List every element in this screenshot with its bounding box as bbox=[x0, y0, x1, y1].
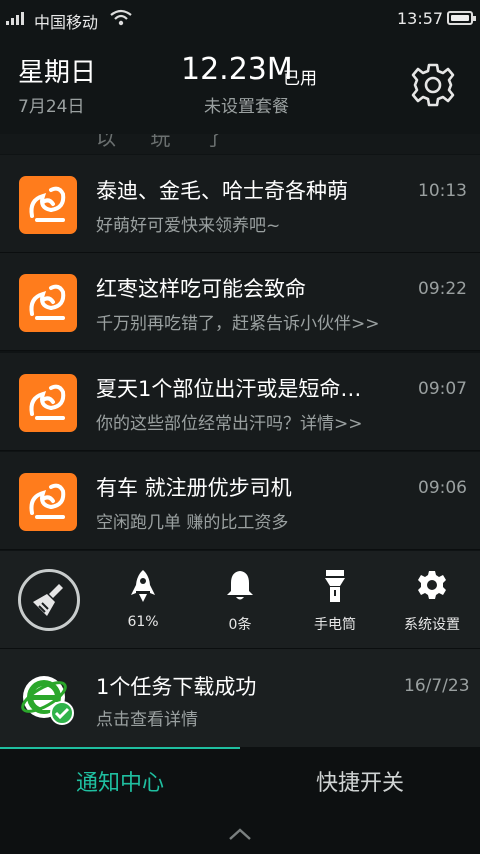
notification-title: 红枣这样吃可能会致命 bbox=[96, 277, 306, 301]
active-tab-indicator bbox=[0, 747, 240, 749]
carrier-name: 中国移动 bbox=[34, 13, 99, 32]
partial-notification-text: 以 玩 了 bbox=[0, 134, 480, 154]
clean-button[interactable] bbox=[18, 569, 80, 631]
rocket-icon bbox=[131, 570, 155, 602]
notification-item[interactable]: 有车 就注册优步司机 空闲跑几单 赚的比工资多 09:06 bbox=[0, 452, 480, 550]
notification-body: 空闲跑几单 赚的比工资多 bbox=[96, 513, 289, 533]
battery-icon bbox=[447, 11, 476, 25]
notification-item[interactable]: 泰迪、金毛、哈士奇各种萌 好萌好可爱快来领养吧~ 10:13 bbox=[0, 155, 480, 253]
uc-browser-icon bbox=[19, 473, 77, 531]
notification-body: 好萌好可爱快来领养吧~ bbox=[96, 216, 281, 236]
ie-browser-check-icon bbox=[21, 676, 74, 725]
download-notification[interactable]: 1个任务下载成功 点击查看详情 16/7/23 bbox=[0, 649, 480, 747]
date-label: 7月24日 bbox=[18, 97, 85, 117]
flashlight-button[interactable]: 手电筒 bbox=[290, 569, 380, 634]
notification-item[interactable]: 红枣这样吃可能会致命 千万别再吃错了，赶紧告诉小伙伴>> 09:22 bbox=[0, 253, 480, 351]
download-body: 点击查看详情 bbox=[96, 710, 198, 730]
flashlight-icon bbox=[325, 570, 345, 602]
system-settings-label: 系统设置 bbox=[404, 617, 460, 633]
bell-icon bbox=[227, 571, 253, 600]
data-usage-value[interactable]: 12.23M bbox=[181, 52, 293, 87]
settings-gear-icon[interactable] bbox=[410, 62, 456, 108]
chevron-up-icon[interactable] bbox=[228, 827, 252, 841]
system-settings-button[interactable]: 系统设置 bbox=[387, 569, 477, 634]
tab-quick-toggles[interactable]: 快捷开关 bbox=[240, 765, 480, 797]
notification-title: 泰迪、金毛、哈士奇各种萌 bbox=[96, 179, 348, 203]
notification-count: 0条 bbox=[228, 617, 252, 633]
notification-body: 千万别再吃错了，赶紧告诉小伙伴>> bbox=[96, 314, 380, 334]
notification-body: 你的这些部位经常出汗吗？详情>> bbox=[96, 414, 363, 434]
panel-header: 星期日 7月24日 12.23M 已用 未设置套餐 bbox=[0, 38, 480, 134]
weekday-label: 星期日 bbox=[18, 58, 97, 88]
clock: 13:57 bbox=[397, 9, 444, 28]
download-title: 1个任务下载成功 bbox=[96, 675, 257, 699]
notification-time: 10:13 bbox=[418, 181, 467, 201]
download-time: 16/7/23 bbox=[404, 676, 470, 696]
notification-time: 09:07 bbox=[418, 379, 467, 399]
notification-count-button[interactable]: 0条 bbox=[195, 569, 285, 634]
notification-time: 09:22 bbox=[418, 279, 467, 299]
uc-browser-icon bbox=[19, 176, 77, 234]
flashlight-label: 手电筒 bbox=[314, 617, 356, 633]
memory-boost-button[interactable]: 61% bbox=[98, 569, 188, 630]
tab-notification-center[interactable]: 通知中心 bbox=[0, 765, 240, 797]
notification-title: 夏天1个部位出汗或是短命… bbox=[96, 377, 362, 401]
notification-time: 09:06 bbox=[418, 478, 467, 498]
status-bar: 中国移动 13:57 bbox=[0, 0, 480, 38]
quick-actions-bar: 61% 0条 手电筒 系统设置 bbox=[0, 551, 480, 649]
signal-icon bbox=[6, 12, 24, 25]
uc-browser-icon bbox=[19, 274, 77, 332]
uc-browser-icon bbox=[19, 374, 77, 432]
bottom-tabs: 通知中心 快捷开关 bbox=[0, 747, 480, 854]
wifi-icon bbox=[110, 9, 132, 26]
plan-status[interactable]: 未设置套餐 bbox=[204, 92, 289, 117]
broom-icon bbox=[33, 584, 63, 616]
data-usage-unit: 已用 bbox=[283, 69, 317, 89]
notification-item[interactable]: 夏天1个部位出汗或是短命… 你的这些部位经常出汗吗？详情>> 09:07 bbox=[0, 353, 480, 451]
notification-title: 有车 就注册优步司机 bbox=[96, 476, 292, 500]
memory-percent: 61% bbox=[127, 614, 159, 630]
gear-icon bbox=[418, 571, 446, 599]
